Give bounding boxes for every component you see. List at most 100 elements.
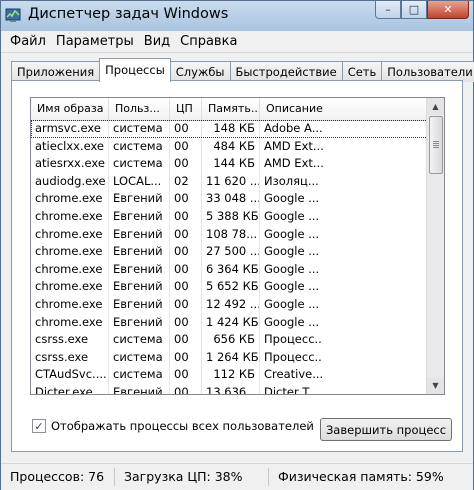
- process-user: Евгений: [109, 278, 170, 296]
- process-description: Google ...: [264, 191, 320, 206]
- process-row[interactable]: audiodg.exe LOCAL... 02 11 620 ... Изоляц...: [31, 172, 444, 191]
- process-memory: 5 388 КБ: [202, 207, 260, 226]
- status-physical-memory: Физическая память: 59%: [278, 469, 444, 484]
- process-name: chrome.exe: [31, 207, 109, 226]
- vertical-scrollbar[interactable]: ▲ ▼: [426, 98, 444, 394]
- process-memory: 33 048 ...: [202, 190, 260, 208]
- process-name: atieclxx.exe: [31, 137, 109, 156]
- menu-view[interactable]: Вид: [139, 32, 175, 52]
- process-user: система: [109, 348, 170, 367]
- tab-networking[interactable]: Сеть: [341, 61, 383, 82]
- end-process-button[interactable]: Завершить процесс: [320, 418, 452, 441]
- process-name: chrome.exe: [31, 313, 109, 332]
- tab-performance[interactable]: Быстродействие: [229, 61, 343, 82]
- process-description: Google ...: [264, 244, 320, 259]
- column-header-memory[interactable]: Память...: [202, 98, 260, 120]
- close-button[interactable]: ✕: [427, 1, 469, 19]
- process-row[interactable]: csrss.exe система 00 656 КБ Процесс...: [31, 331, 444, 349]
- scroll-thumb[interactable]: [429, 116, 443, 174]
- process-memory: 108 78...: [202, 225, 260, 244]
- maximize-button[interactable]: □: [401, 1, 427, 19]
- tab-users[interactable]: Пользователи: [381, 61, 474, 82]
- process-name: armsvc.exe: [31, 120, 109, 138]
- window-title: Диспетчер задач Windows: [28, 6, 229, 22]
- process-memory: 484 КБ: [202, 137, 260, 156]
- process-row[interactable]: chrome.exe Евгений 00 27 500 ... Google ...: [31, 243, 444, 261]
- process-row[interactable]: chrome.exe Евгений 00 108 78... Google ...: [31, 225, 444, 244]
- process-row[interactable]: chrome.exe Евгений 00 12 492 ... Google ...: [31, 295, 444, 314]
- process-description: Google ...: [264, 279, 320, 294]
- process-cpu: 00: [170, 225, 202, 244]
- task-manager-window: Диспетчер задач Windows – □ ✕ Файл Парам…: [0, 0, 474, 490]
- column-header-user[interactable]: Польз...: [109, 98, 170, 120]
- process-name: atiesrxx.exe: [31, 155, 109, 173]
- tab-processes[interactable]: Процессы: [99, 58, 171, 82]
- process-name: chrome.exe: [31, 295, 109, 314]
- process-cpu: 00: [170, 331, 202, 349]
- process-cpu: 00: [170, 137, 202, 156]
- process-row[interactable]: chrome.exe Евгений 00 33 048 ... Google ...: [31, 190, 444, 208]
- process-user: Евгений: [109, 260, 170, 279]
- process-description: Google ...: [264, 226, 320, 241]
- process-rows: armsvc.exe система 00 148 КБ Adobe A... atiec…: [31, 120, 444, 394]
- tab-applications[interactable]: Приложения: [11, 61, 101, 82]
- process-user: система: [109, 120, 170, 138]
- menu-options[interactable]: Параметры: [51, 32, 139, 52]
- process-description: Google ...: [264, 208, 320, 223]
- process-cpu: 00: [170, 313, 202, 332]
- menu-file[interactable]: Файл: [5, 32, 51, 52]
- process-cpu: 02: [170, 172, 202, 191]
- process-cpu: 00: [170, 366, 202, 384]
- process-description: Adobe A...: [264, 121, 323, 135]
- column-header-cpu[interactable]: ЦП: [170, 98, 202, 120]
- process-list[interactable]: Имя образа Польз... ЦП Память... Описани…: [30, 97, 445, 395]
- tab-services[interactable]: Службы: [169, 61, 231, 82]
- process-description: Google ...: [264, 314, 320, 329]
- process-user: Евгений: [109, 207, 170, 226]
- process-row[interactable]: Dicter.exe Евгений 00 13 636 ... Dicter T...: [31, 383, 444, 394]
- process-user: система: [109, 137, 170, 156]
- process-user: Евгений: [109, 295, 170, 314]
- status-cpu-usage: Загрузка ЦП: 38%: [115, 468, 269, 486]
- process-cpu: 00: [170, 260, 202, 279]
- process-memory: 13 636 ...: [202, 383, 260, 394]
- process-user: LOCAL...: [109, 172, 170, 191]
- process-name: audiodg.exe: [31, 172, 109, 191]
- process-row[interactable]: chrome.exe Евгений 00 1 424 КБ Google ...: [31, 313, 444, 332]
- process-description: Процесс...: [264, 349, 323, 364]
- process-name: chrome.exe: [31, 278, 109, 296]
- column-header-row: Имя образа Польз... ЦП Память... Описани…: [31, 98, 444, 121]
- process-row[interactable]: chrome.exe Евгений 00 5 652 КБ Google ...: [31, 278, 444, 296]
- process-cpu: 00: [170, 383, 202, 394]
- process-description: Google ...: [264, 296, 320, 311]
- process-cpu: 00: [170, 155, 202, 173]
- process-user: Евгений: [109, 225, 170, 244]
- process-name: chrome.exe: [31, 190, 109, 208]
- process-description: AMD Ext...: [264, 156, 323, 171]
- process-cpu: 00: [170, 295, 202, 314]
- minimize-button[interactable]: –: [375, 1, 401, 19]
- show-all-users-checkbox[interactable]: ✓: [32, 419, 46, 433]
- title-bar[interactable]: Диспетчер задач Windows – □ ✕: [1, 1, 473, 31]
- column-header-image-name[interactable]: Имя образа: [31, 98, 109, 120]
- status-process-count: Процессов: 76: [1, 468, 115, 486]
- process-row[interactable]: CTAudSvc.... система 00 112 КБ Creative...: [31, 366, 444, 384]
- process-memory: 1 424 КБ: [202, 313, 260, 332]
- process-row[interactable]: armsvc.exe система 00 148 КБ Adobe A...: [31, 120, 444, 138]
- menu-help[interactable]: Справка: [175, 32, 242, 52]
- process-name: chrome.exe: [31, 225, 109, 244]
- process-description: Изоляц...: [264, 173, 319, 188]
- show-all-users-option[interactable]: ✓ Отображать процессы всех пользователей: [32, 419, 314, 433]
- scroll-up-arrow-icon[interactable]: ▲: [427, 98, 444, 115]
- process-row[interactable]: chrome.exe Евгений 00 5 388 КБ Google ...: [31, 207, 444, 226]
- process-name: chrome.exe: [31, 243, 109, 261]
- process-name: Dicter.exe: [31, 383, 109, 394]
- process-row[interactable]: csrss.exe система 00 1 264 КБ Процесс...: [31, 348, 444, 367]
- process-row[interactable]: atiesrxx.exe система 00 144 КБ AMD Ext...: [31, 155, 444, 173]
- process-user: система: [109, 366, 170, 384]
- process-row[interactable]: atieclxx.exe система 00 484 КБ AMD Ext...: [31, 137, 444, 156]
- scroll-down-arrow-icon[interactable]: ▼: [427, 377, 444, 394]
- process-row[interactable]: chrome.exe Евгений 00 6 364 КБ Google ...: [31, 260, 444, 279]
- column-header-description[interactable]: Описание: [260, 98, 426, 120]
- process-user: Евгений: [109, 313, 170, 332]
